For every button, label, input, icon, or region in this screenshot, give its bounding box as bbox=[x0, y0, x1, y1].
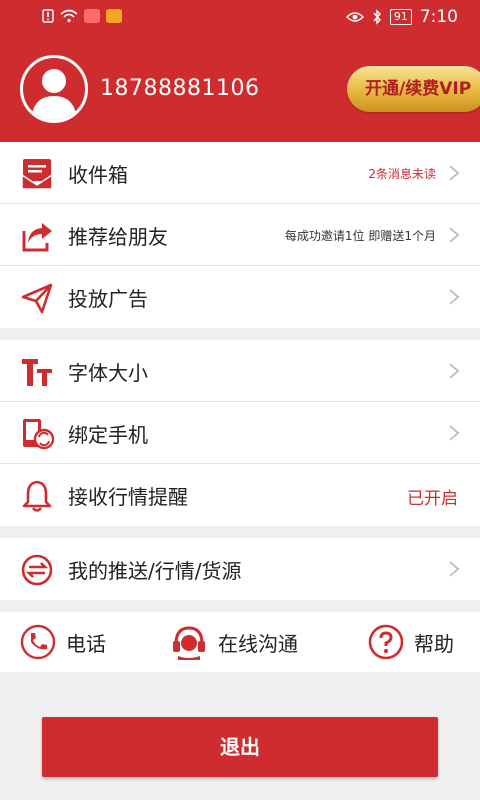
status-left bbox=[42, 9, 122, 23]
avatar[interactable] bbox=[20, 55, 88, 123]
bluetooth-icon bbox=[373, 9, 381, 25]
phone-bind-icon bbox=[23, 419, 54, 450]
chevron-right-icon bbox=[449, 561, 460, 577]
vip-button[interactable]: 开通/续费VIP bbox=[347, 66, 480, 112]
menu-item-inbox[interactable]: 收件箱 2条消息未读 bbox=[0, 142, 480, 204]
clock: 7:10 bbox=[419, 7, 458, 27]
chevron-right-icon bbox=[449, 165, 460, 181]
exchange-icon bbox=[21, 554, 53, 586]
chevron-right-icon bbox=[449, 289, 460, 305]
alert-icon bbox=[42, 9, 54, 23]
status-right: 91 7:10 bbox=[345, 7, 458, 27]
logout-button[interactable]: 退出 bbox=[42, 717, 438, 777]
menu-group-settings: 字体大小 绑定手机 接收行情提醒 已开启 bbox=[0, 340, 480, 526]
menu-item-label: 收件箱 bbox=[68, 163, 128, 187]
headset-icon bbox=[173, 626, 205, 660]
user-phone: 18788881106 bbox=[100, 76, 260, 101]
notification-app-icon-2 bbox=[106, 9, 122, 23]
chevron-right-icon bbox=[449, 227, 460, 243]
invite-hint: 每成功邀请1位 即赠送1个月 bbox=[284, 229, 436, 243]
profile-header: 91 7:10 18788881106 开通/续费VIP bbox=[0, 0, 480, 142]
phone-icon bbox=[20, 624, 56, 660]
user-silhouette-icon bbox=[31, 69, 77, 120]
inbox-icon bbox=[21, 159, 53, 190]
menu-item-label: 推荐给朋友 bbox=[68, 225, 168, 249]
wifi-icon bbox=[60, 9, 78, 23]
chevron-right-icon bbox=[449, 363, 460, 379]
help-button[interactable]: 帮助 bbox=[368, 624, 454, 660]
notification-app-icon bbox=[84, 9, 100, 23]
bell-icon bbox=[22, 480, 52, 512]
menu-item-bind-phone[interactable]: 绑定手机 bbox=[0, 402, 480, 464]
battery-level: 91 bbox=[389, 9, 412, 25]
font-size-icon bbox=[22, 359, 52, 386]
menu-item-label: 接收行情提醒 bbox=[68, 485, 188, 509]
paper-plane-icon bbox=[21, 283, 53, 314]
call-button[interactable]: 电话 bbox=[20, 624, 106, 660]
menu-item-my-push[interactable]: 我的推送/行情/货源 bbox=[0, 538, 480, 600]
menu-item-market-alert[interactable]: 接收行情提醒 已开启 bbox=[0, 464, 480, 526]
online-chat-label: 在线沟通 bbox=[218, 631, 298, 656]
eye-icon bbox=[345, 12, 364, 22]
status-bar: 91 7:10 bbox=[0, 0, 480, 36]
menu-item-advertise[interactable]: 投放广告 bbox=[0, 266, 480, 328]
menu-item-label: 我的推送/行情/货源 bbox=[68, 559, 242, 583]
menu-group-messages: 收件箱 2条消息未读 推荐给朋友 每成功邀请1位 即赠送1个月 投放广告 bbox=[0, 142, 480, 328]
share-icon bbox=[22, 223, 52, 252]
unread-hint: 2条消息未读 bbox=[368, 167, 436, 181]
help-label: 帮助 bbox=[414, 631, 454, 656]
menu-item-label: 投放广告 bbox=[68, 287, 148, 311]
alert-status: 已开启 bbox=[407, 489, 458, 509]
chevron-right-icon bbox=[449, 425, 460, 441]
call-label: 电话 bbox=[66, 631, 106, 656]
menu-item-label: 字体大小 bbox=[68, 361, 148, 385]
menu-item-font-size[interactable]: 字体大小 bbox=[0, 340, 480, 402]
online-chat-button[interactable]: 在线沟通 bbox=[170, 624, 298, 660]
menu-item-recommend[interactable]: 推荐给朋友 每成功邀请1位 即赠送1个月 bbox=[0, 204, 480, 266]
menu-item-label: 绑定手机 bbox=[68, 423, 148, 447]
contact-bar: 电话 在线沟通 帮助 bbox=[0, 612, 480, 672]
help-icon bbox=[368, 624, 404, 660]
menu-group-push: 我的推送/行情/货源 bbox=[0, 538, 480, 600]
